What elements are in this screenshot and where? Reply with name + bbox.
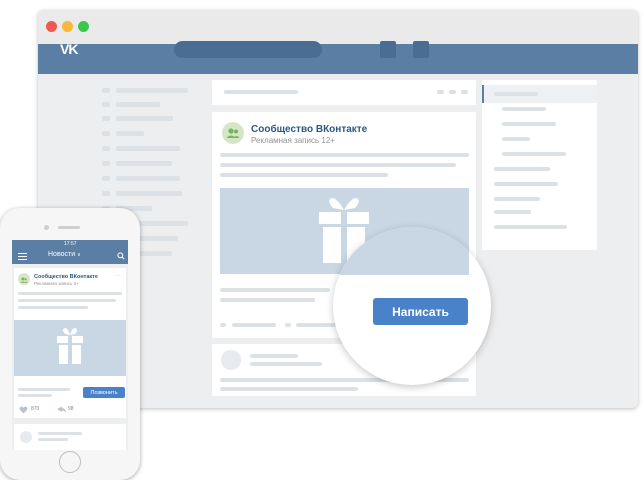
- status-time: 17:57: [64, 241, 77, 247]
- like-icon[interactable]: [220, 323, 226, 327]
- feed-filter-option[interactable]: [461, 90, 468, 94]
- menu-item[interactable]: [116, 176, 180, 181]
- browser-titlebar: [38, 10, 638, 44]
- post-date-line: [38, 438, 68, 441]
- menu-item[interactable]: [116, 88, 188, 93]
- feed-filter-option[interactable]: [437, 90, 444, 94]
- share-count: 98: [68, 406, 74, 412]
- nav-title-label: Новости: [48, 251, 76, 258]
- menu-item-icon: [102, 191, 110, 196]
- post-ad-label: Рекламная запись 12+: [251, 136, 335, 145]
- sidebar-item[interactable]: [502, 107, 546, 111]
- close-window-button[interactable]: [46, 21, 57, 32]
- feed-filter-bar: [212, 80, 476, 105]
- post-footer-line: [18, 394, 52, 397]
- header-button[interactable]: [380, 41, 396, 58]
- post-author-name[interactable]: Сообщество ВКонтакте: [34, 274, 98, 280]
- phone-camera: [44, 225, 49, 230]
- post-text-line: [18, 292, 122, 295]
- post-action[interactable]: [232, 323, 276, 327]
- phone-status-bar: 17:57: [12, 240, 128, 248]
- community-icon: [20, 277, 28, 283]
- menu-item-icon: [102, 131, 110, 136]
- menu-item-icon: [102, 88, 110, 93]
- post-avatar[interactable]: [221, 350, 241, 370]
- community-icon: [226, 128, 240, 138]
- menu-item-icon: [102, 176, 110, 181]
- community-avatar[interactable]: [18, 273, 30, 285]
- search-icon[interactable]: [117, 252, 125, 260]
- sidebar-item[interactable]: [502, 152, 566, 156]
- menu-item-icon: [102, 102, 110, 107]
- post-text-line: [220, 173, 388, 177]
- menu-item[interactable]: [116, 116, 173, 121]
- chevron-down-icon: ∨: [77, 252, 81, 258]
- post-avatar[interactable]: [20, 431, 32, 443]
- post-author-line: [250, 354, 298, 358]
- share-icon[interactable]: [57, 406, 66, 414]
- header-button[interactable]: [413, 41, 429, 58]
- menu-item-icon: [102, 161, 110, 166]
- search-input[interactable]: [174, 41, 322, 58]
- menu-item-icon: [102, 116, 110, 121]
- sidebar-item[interactable]: [502, 137, 530, 141]
- minimize-window-button[interactable]: [62, 21, 73, 32]
- mobile-nav-title[interactable]: Новости ∨: [48, 251, 81, 258]
- menu-item[interactable]: [116, 191, 182, 196]
- post-text-line: [18, 306, 88, 309]
- post-author-name[interactable]: Сообщество ВКонтакте: [251, 124, 367, 135]
- right-sidebar: [482, 80, 597, 250]
- more-icon[interactable]: ···: [115, 273, 121, 279]
- write-message-button[interactable]: Написать: [373, 298, 468, 325]
- phone-home-button[interactable]: [59, 451, 81, 473]
- post-text-line: [220, 163, 456, 167]
- site-header: [38, 44, 638, 74]
- menu-item[interactable]: [116, 146, 180, 151]
- mobile-feed-post-card: [14, 424, 126, 450]
- post-footer-line: [220, 288, 330, 292]
- vk-logo-icon[interactable]: VK: [60, 41, 78, 57]
- feed-filter-label[interactable]: [224, 90, 298, 94]
- sidebar-item[interactable]: [494, 197, 540, 201]
- sidebar-item[interactable]: [494, 210, 531, 214]
- post-footer-line: [220, 298, 315, 302]
- magnified-post-image: [333, 227, 469, 275]
- sidebar-item[interactable]: [494, 225, 567, 229]
- post-text-line: [220, 153, 469, 157]
- menu-item[interactable]: [116, 102, 160, 107]
- menu-item-icon: [102, 146, 110, 151]
- gift-icon: [57, 328, 83, 364]
- post-image[interactable]: [14, 320, 126, 376]
- sidebar-item[interactable]: [494, 167, 550, 171]
- phone-speaker: [58, 226, 80, 229]
- post-action[interactable]: [296, 323, 336, 327]
- post-author-line: [38, 432, 82, 435]
- post-text-line: [18, 299, 116, 302]
- call-button[interactable]: Позвонить: [83, 387, 125, 398]
- feed-filter-option[interactable]: [449, 90, 456, 94]
- post-ad-label: Рекламная запись 0+: [34, 281, 79, 286]
- post-text-line: [220, 387, 358, 391]
- menu-item[interactable]: [116, 131, 144, 136]
- like-count: 870: [31, 406, 40, 412]
- menu-item[interactable]: [116, 161, 172, 166]
- sidebar-item[interactable]: [494, 182, 558, 186]
- menu-icon[interactable]: [18, 253, 27, 261]
- post-date-line: [250, 362, 322, 366]
- post-footer-line: [18, 388, 70, 391]
- sidebar-item[interactable]: [494, 92, 538, 96]
- share-icon[interactable]: [285, 323, 291, 327]
- like-icon[interactable]: [19, 406, 28, 414]
- sidebar-item[interactable]: [502, 122, 556, 126]
- maximize-window-button[interactable]: [78, 21, 89, 32]
- community-avatar[interactable]: [222, 122, 244, 144]
